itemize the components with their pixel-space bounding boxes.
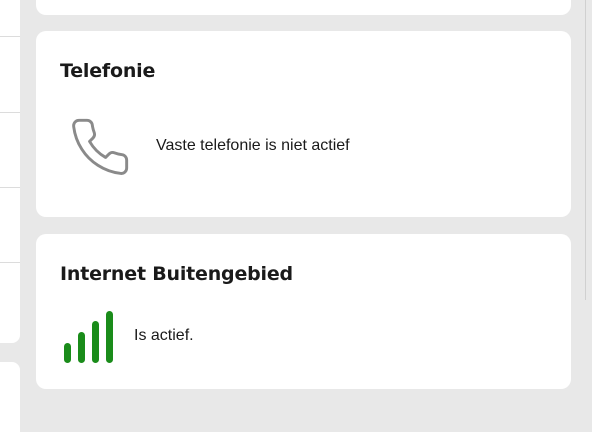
previous-card [36,0,571,15]
internet-card: Internet Buitengebied Is actief. [36,234,571,389]
internet-status: Is actief. [134,327,194,344]
sidebar-divider [0,112,20,113]
left-sidebar-panel-lower [0,362,20,432]
left-sidebar-panel [0,0,20,343]
signal-bars-icon [64,311,113,363]
sidebar-divider [0,36,20,37]
sidebar-divider [0,262,20,263]
sidebar-divider [0,187,20,188]
telefonie-status: Vaste telefonie is niet actief [156,137,350,154]
telefonie-card: Telefonie Vaste telefonie is niet actief [36,31,571,217]
right-panel-edge [585,0,592,300]
phone-icon [72,118,129,175]
telefonie-title: Telefonie [60,60,156,82]
internet-title: Internet Buitengebied [60,263,293,285]
